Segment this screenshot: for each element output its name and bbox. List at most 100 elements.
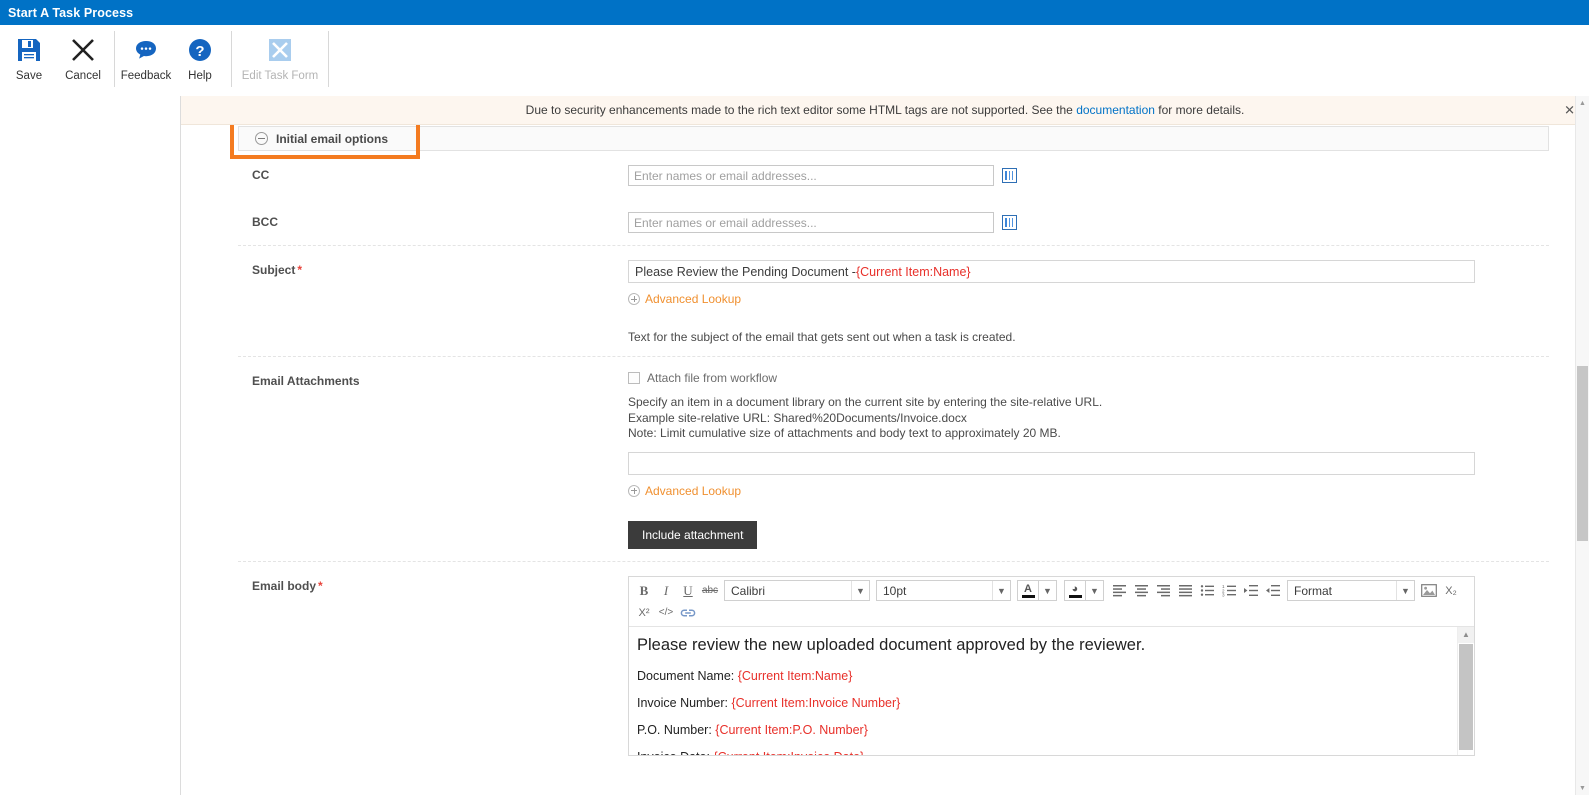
address-book-icon[interactable] [1002, 215, 1017, 230]
text-color-swatch [1021, 594, 1035, 598]
bold-button[interactable]: B [633, 580, 655, 602]
format-select[interactable]: Format ▼ [1287, 580, 1415, 601]
notice-text-after: for more details. [1158, 103, 1245, 117]
row-cc: CC [238, 151, 1549, 198]
close-icon[interactable]: ✕ [1564, 104, 1575, 117]
font-size-select[interactable]: 10pt ▼ [876, 580, 1011, 601]
text-color-button[interactable]: A [1017, 580, 1039, 601]
subscript-button[interactable]: X₂ [1440, 580, 1462, 602]
ribbon-save-button[interactable]: Save [2, 25, 56, 95]
font-family-select[interactable]: Calibri ▼ [724, 580, 870, 601]
highlight-color-dropdown[interactable]: ▼ [1086, 580, 1104, 601]
align-center-icon[interactable] [1130, 580, 1152, 602]
editor-heading-line: Please review the new uploaded document … [637, 635, 1146, 654]
ribbon-help-button[interactable]: ? Help [173, 25, 227, 95]
editor-line-token: {Current Item:Invoice Date} [713, 750, 864, 755]
chevron-down-icon: ▼ [992, 581, 1010, 600]
subject-static-text: Please Review the Pending Document - [635, 264, 856, 279]
page-scrollbar[interactable]: ▲ ▼ [1575, 96, 1589, 795]
editor-body-line: Invoice Date: {Current Item:Invoice Date… [637, 750, 1462, 755]
italic-button[interactable]: I [655, 580, 677, 602]
address-book-icon[interactable] [1002, 168, 1017, 183]
editor-body-line: Document Name: {Current Item:Name} [637, 669, 1462, 683]
ribbon-cancel-button[interactable]: Cancel [56, 25, 110, 95]
align-left-icon[interactable] [1108, 580, 1130, 602]
highlight-glyph: ◕ [1071, 582, 1079, 595]
documentation-link[interactable]: documentation [1076, 103, 1155, 117]
page-scroll-down-arrow[interactable]: ▼ [1576, 781, 1589, 795]
editor-line-label: Invoice Number: [637, 695, 732, 710]
form-content: Initial email options CC BCC [181, 96, 1575, 768]
help-question-icon: ? [186, 31, 214, 69]
security-notice-bar: Due to security enhancements made to the… [181, 96, 1589, 125]
plus-circle-icon [628, 293, 640, 305]
required-marker: * [297, 263, 303, 277]
numbered-list-icon[interactable]: 123 [1218, 580, 1240, 602]
attach-file-from-workflow-label: Attach file from workflow [647, 371, 778, 385]
editor-content-area[interactable]: Please review the new uploaded document … [629, 626, 1474, 755]
row-email-body: Email body * B I U abc Calibri ▼ 10pt ▼ … [238, 562, 1549, 768]
ribbon-cancel-label: Cancel [65, 70, 101, 82]
superscript-button[interactable]: X² [633, 602, 655, 624]
ribbon-feedback-button[interactable]: Feedback [119, 25, 173, 95]
chevron-down-icon: ▼ [851, 581, 869, 600]
page-scroll-thumb[interactable] [1577, 366, 1588, 541]
cc-label: CC [252, 168, 270, 182]
subject-help-text: Text for the subject of the email that g… [628, 330, 1016, 344]
underline-button[interactable]: U [677, 580, 699, 602]
subject-advanced-lookup-label: Advanced Lookup [645, 292, 742, 306]
ribbon-edit-task-form-button[interactable]: Edit Task Form [236, 25, 324, 95]
editor-scrollbar[interactable]: ▲ [1457, 626, 1474, 755]
subject-token: {Current Item:Name} [855, 264, 971, 279]
svg-text:?: ? [195, 43, 204, 60]
collapse-minus-icon[interactable] [255, 132, 268, 145]
svg-text:3: 3 [1222, 593, 1225, 597]
subject-input[interactable]: Please Review the Pending Document - {Cu… [628, 260, 1475, 283]
row-email-attachments: Email Attachments Attach file from workf… [238, 357, 1549, 562]
attach-from-workflow-row: Attach file from workflow [628, 371, 1549, 385]
page-scroll-up-arrow[interactable]: ▲ [1576, 96, 1589, 110]
strikethrough-button[interactable]: abc [699, 580, 721, 602]
editor-line-token: {Current Item:Name} [737, 668, 853, 683]
subject-advanced-lookup-link[interactable]: Advanced Lookup [628, 292, 741, 306]
ribbon-save-label: Save [15, 70, 43, 82]
bcc-field-area [628, 212, 1549, 233]
subject-label: Subject * [238, 260, 628, 344]
cc-field-area [628, 165, 1549, 186]
indent-icon[interactable] [1240, 580, 1262, 602]
edit-task-form-icon [266, 31, 294, 69]
image-icon[interactable] [1418, 580, 1440, 602]
page-title: Start A Task Process [8, 5, 134, 20]
editor-scroll-thumb[interactable] [1459, 643, 1473, 750]
attachment-url-input[interactable] [628, 451, 1475, 475]
section-header-initial-email-options[interactable]: Initial email options [238, 126, 1549, 151]
window-title-bar: Start A Task Process [0, 0, 1589, 25]
ribbon-divider-2 [231, 31, 232, 87]
cc-input[interactable] [628, 165, 994, 186]
form-scroll-region: Initial email options CC BCC [181, 96, 1575, 795]
outdent-icon[interactable] [1262, 580, 1284, 602]
editor-scroll-up-arrow[interactable]: ▲ [1458, 626, 1474, 643]
attachment-advanced-lookup-link[interactable]: Advanced Lookup [628, 484, 741, 498]
ribbon-group-primary: Save Cancel Feedback ? Help Edit Task Fo… [2, 25, 333, 95]
align-justify-icon[interactable] [1174, 580, 1196, 602]
editor-body-line: Invoice Number: {Current Item:Invoice Nu… [637, 696, 1462, 710]
ribbon-toolbar: Save Cancel Feedback ? Help Edit Task Fo… [0, 25, 1589, 96]
attach-file-from-workflow-checkbox[interactable] [628, 372, 640, 384]
left-blank-pane [0, 96, 181, 795]
bullet-list-icon[interactable] [1196, 580, 1218, 602]
include-attachment-button[interactable]: Include attachment [628, 520, 758, 549]
email-attachments-label: Email Attachments [252, 374, 360, 388]
text-color-dropdown[interactable]: ▼ [1039, 580, 1057, 601]
row-subject: Subject * Please Review the Pending Docum… [238, 246, 1549, 357]
editor-line-label: Document Name: [637, 668, 738, 683]
source-code-button[interactable]: </> [655, 602, 677, 624]
ribbon-divider-3 [328, 31, 329, 87]
link-icon[interactable] [677, 602, 699, 624]
attachment-note-line-3: Note: Limit cumulative size of attachmen… [628, 426, 1061, 440]
align-right-icon[interactable] [1152, 580, 1174, 602]
required-marker: * [318, 578, 323, 593]
form-pane: Due to security enhancements made to the… [181, 96, 1589, 795]
highlight-color-button[interactable]: ◕ [1064, 580, 1086, 601]
bcc-input[interactable] [628, 212, 994, 233]
